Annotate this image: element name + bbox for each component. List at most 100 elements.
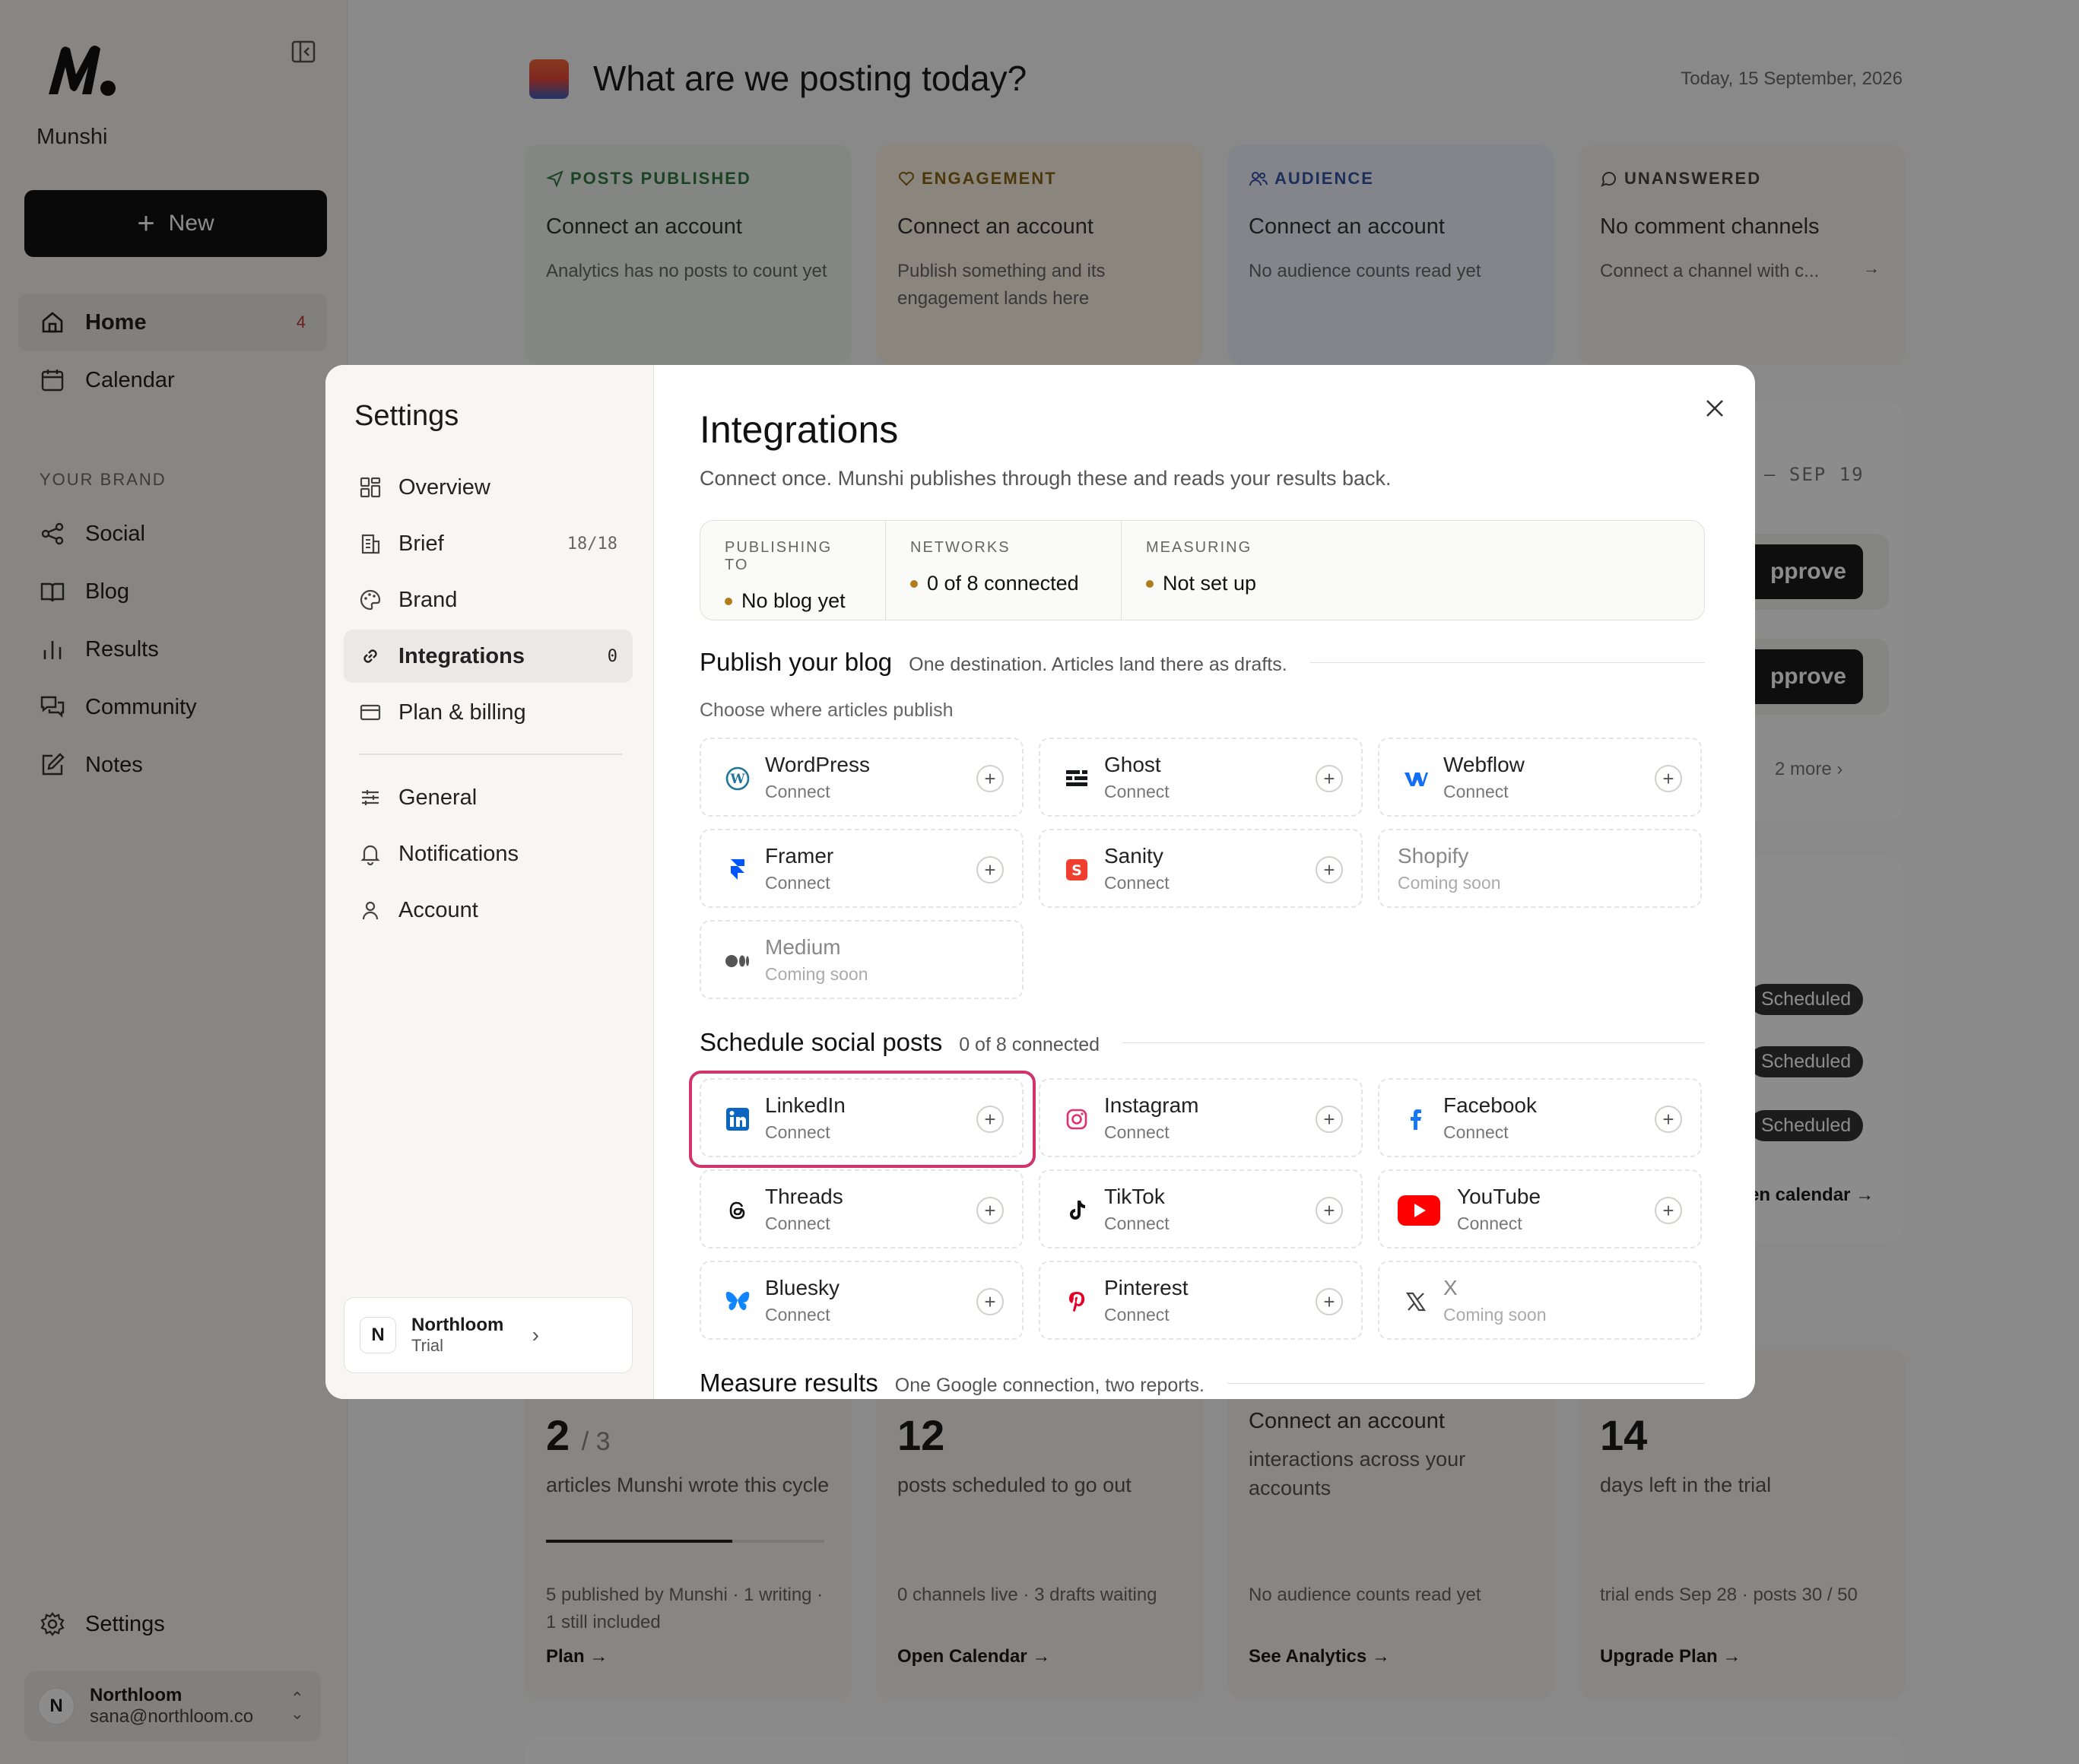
status-dot: [910, 579, 918, 588]
integrations-panel: Integrations Connect once. Munshi publis…: [654, 365, 1755, 1399]
integration-tile-medium: Medium Coming soon: [700, 920, 1024, 999]
integration-tile-facebook[interactable]: Facebook Connect +: [1378, 1078, 1702, 1157]
webflow-icon: [1402, 765, 1430, 792]
settings-nav-notifications[interactable]: Notifications: [344, 827, 633, 880]
pinterest-icon: [1063, 1288, 1090, 1315]
integration-tile-bluesky[interactable]: Bluesky Connect +: [700, 1261, 1024, 1340]
svg-text:S: S: [1071, 862, 1082, 879]
settings-nav-general[interactable]: General: [344, 771, 633, 824]
integration-name: Shopify: [1398, 844, 1469, 868]
threads-icon: [724, 1197, 751, 1224]
integration-status: Connect: [1104, 1214, 1170, 1233]
brief-progress-badge: 18/18: [567, 534, 617, 554]
settings-title: Settings: [354, 400, 459, 432]
blog-choose-label: Choose where articles publish: [700, 700, 954, 721]
integration-status: Coming soon: [1398, 873, 1501, 893]
settings-sidebar: Settings Overview Brief 18/18 Brand Inte…: [325, 365, 654, 1399]
integrations-title: Integrations: [700, 408, 899, 451]
integration-name: Pinterest: [1104, 1276, 1189, 1299]
integration-name: X: [1443, 1276, 1458, 1299]
palette-icon: [360, 589, 381, 611]
integration-name: YouTube: [1457, 1185, 1541, 1208]
integration-tile-x: X Coming soon: [1378, 1261, 1702, 1340]
integration-tile-webflow[interactable]: Webflow Connect +: [1378, 738, 1702, 817]
bluesky-icon: [724, 1288, 751, 1315]
bell-icon: [360, 845, 380, 865]
facebook-icon: [1402, 1106, 1430, 1133]
user-icon: [362, 901, 379, 920]
connect-sanity-button[interactable]: +: [1316, 856, 1343, 884]
integration-name: Sanity: [1104, 844, 1163, 868]
wordpress-icon: W: [724, 765, 751, 792]
status-dot: [1146, 579, 1154, 588]
settings-nav-brief[interactable]: Brief 18/18: [344, 517, 633, 570]
connect-bluesky-button[interactable]: +: [976, 1288, 1004, 1315]
blog-section-header: Publish your blog One destination. Artic…: [700, 648, 1705, 677]
integration-status: Connect: [1104, 1305, 1170, 1325]
connect-instagram-button[interactable]: +: [1316, 1106, 1343, 1133]
integration-tile-youtube[interactable]: YouTube Connect +: [1378, 1169, 1702, 1248]
summary-publishing: PUBLISHING TO No blog yet: [700, 521, 886, 620]
integration-tile-ghost[interactable]: Ghost Connect +: [1039, 738, 1363, 817]
settings-nav-brand[interactable]: Brand: [344, 573, 633, 627]
integration-tile-instagram[interactable]: Instagram Connect +: [1039, 1078, 1363, 1157]
integration-tile-threads[interactable]: Threads Connect +: [700, 1169, 1024, 1248]
connect-youtube-button[interactable]: +: [1655, 1197, 1682, 1224]
summary-networks: NETWORKS 0 of 8 connected: [886, 521, 1122, 620]
integration-name: TikTok: [1104, 1185, 1165, 1208]
integration-name: Ghost: [1104, 753, 1161, 776]
instagram-icon: [1063, 1106, 1090, 1133]
linkedin-highlight: [689, 1071, 1036, 1168]
connect-ghost-button[interactable]: +: [1316, 765, 1343, 792]
settings-nav-divider: [359, 754, 622, 755]
integration-name: Medium: [765, 935, 841, 959]
connect-facebook-button[interactable]: +: [1655, 1106, 1682, 1133]
framer-icon: [724, 856, 751, 884]
social-section-header: Schedule social posts 0 of 8 connected: [700, 1028, 1705, 1057]
integration-status: Connect: [765, 1214, 830, 1233]
workspace-avatar: N: [360, 1317, 396, 1353]
settings-nav-overview[interactable]: Overview: [344, 461, 633, 514]
close-icon[interactable]: [1703, 397, 1726, 420]
settings-modal: Settings Overview Brief 18/18 Brand Inte…: [325, 365, 1755, 1399]
integration-status: Connect: [765, 873, 830, 893]
integration-tile-pinterest[interactable]: Pinterest Connect +: [1039, 1261, 1363, 1340]
integration-name: Bluesky: [765, 1276, 840, 1299]
integration-tile-sanity[interactable]: S Sanity Connect +: [1039, 829, 1363, 908]
workspace-plan: Trial: [411, 1336, 443, 1355]
connect-tiktok-button[interactable]: +: [1316, 1197, 1343, 1224]
integration-status: Connect: [1104, 782, 1170, 801]
tiktok-icon: [1063, 1197, 1090, 1224]
integrations-count-badge: 0: [607, 646, 617, 666]
connect-webflow-button[interactable]: +: [1655, 765, 1682, 792]
workspace-switcher[interactable]: N Northloom Trial ›: [344, 1297, 633, 1373]
link-icon: [363, 649, 377, 663]
x-icon: [1402, 1288, 1430, 1315]
medium-icon: [724, 947, 751, 975]
integration-tile-tiktok[interactable]: TikTok Connect +: [1039, 1169, 1363, 1248]
integration-status: Connect: [765, 782, 830, 801]
integration-status: Connect: [765, 1305, 830, 1325]
integration-tile-wordpress[interactable]: W WordPress Connect +: [700, 738, 1024, 817]
integrations-subtitle: Connect once. Munshi publishes through t…: [700, 467, 1392, 490]
settings-nav-plan-billing[interactable]: Plan & billing: [344, 686, 633, 739]
integration-status: Connect: [1104, 873, 1170, 893]
sliders-icon: [362, 790, 379, 805]
measure-section-header: Measure results One Google connection, t…: [700, 1369, 1705, 1398]
settings-nav-account[interactable]: Account: [344, 884, 633, 937]
connect-framer-button[interactable]: +: [976, 856, 1004, 884]
integration-status: Coming soon: [765, 964, 868, 984]
settings-nav-integrations[interactable]: Integrations 0: [344, 630, 633, 683]
integration-tile-framer[interactable]: Framer Connect +: [700, 829, 1024, 908]
integration-tile-shopify: Shopify Coming soon: [1378, 829, 1702, 908]
connect-wordpress-button[interactable]: +: [976, 765, 1004, 792]
status-dot: [725, 597, 732, 605]
youtube-icon: [1398, 1195, 1440, 1226]
integration-status: Connect: [1443, 1122, 1509, 1142]
integration-status: Connect: [1104, 1122, 1170, 1142]
connect-pinterest-button[interactable]: +: [1316, 1288, 1343, 1315]
ghost-icon: [1063, 765, 1090, 792]
integration-name: Webflow: [1443, 753, 1525, 776]
svg-text:W: W: [729, 772, 745, 787]
connect-threads-button[interactable]: +: [976, 1197, 1004, 1224]
